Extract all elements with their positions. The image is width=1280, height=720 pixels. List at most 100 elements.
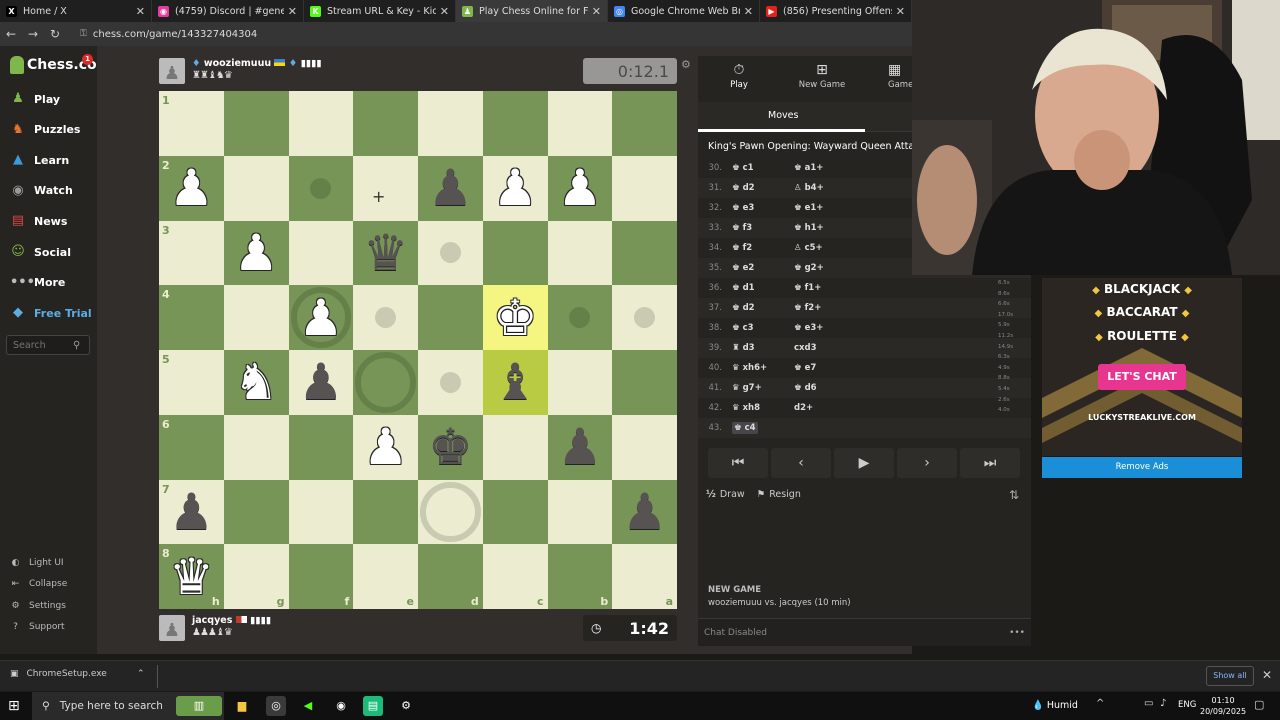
white-pawn[interactable]: ♟: [234, 228, 279, 278]
first-move-button[interactable]: ⏮: [708, 448, 768, 478]
black-move[interactable]: ♚ e7: [794, 363, 854, 373]
board-square[interactable]: ♝: [482, 350, 548, 415]
sidebar-item-news[interactable]: ▤ News: [0, 206, 97, 236]
white-move[interactable]: ♚ e2: [732, 263, 794, 273]
board-square[interactable]: 6: [159, 414, 224, 480]
next-move-button[interactable]: ›: [897, 448, 957, 478]
settings-icon[interactable]: ⚙: [396, 696, 416, 716]
close-icon[interactable]: ✕: [592, 5, 601, 18]
white-pawn[interactable]: ♟: [557, 163, 602, 213]
white-king[interactable]: ♚: [493, 293, 538, 343]
board-square[interactable]: [547, 350, 613, 415]
board-square[interactable]: 8 h ♛: [159, 544, 224, 609]
board-square[interactable]: 5: [159, 350, 224, 415]
board-square[interactable]: [353, 285, 418, 350]
panel-tab-new-game[interactable]: ⊞ New Game: [782, 62, 862, 90]
white-pawn[interactable]: ♟: [493, 163, 538, 213]
black-king[interactable]: ♚: [428, 422, 473, 472]
board-square[interactable]: e: [353, 544, 418, 609]
board-square[interactable]: [482, 91, 548, 156]
download-item[interactable]: ▣ ChromeSetup.exe: [10, 669, 107, 679]
board-square[interactable]: ♟: [418, 155, 483, 221]
close-icon[interactable]: ✕: [896, 5, 905, 18]
notification-badge[interactable]: 1: [82, 54, 93, 65]
back-icon[interactable]: ←: [0, 27, 22, 41]
board-square[interactable]: [612, 91, 677, 156]
browser-tab[interactable]: ◉ (4759) Discord | #general | Gakki ✕: [152, 0, 304, 22]
board-square[interactable]: d: [418, 544, 483, 609]
url-text[interactable]: chess.com/game/143327404304: [93, 29, 257, 40]
search-icon[interactable]: ⚲: [73, 340, 80, 351]
board-square[interactable]: ♟: [547, 414, 613, 480]
white-move[interactable]: ♚ c4: [732, 422, 794, 434]
app-icon[interactable]: ◉: [331, 696, 351, 716]
show-all-button[interactable]: Show all: [1206, 666, 1254, 686]
play-button[interactable]: ▶: [834, 448, 894, 478]
white-move[interactable]: ♛ xh8: [732, 403, 794, 413]
board-square[interactable]: [418, 285, 483, 350]
black-move[interactable]: ♙ c5+: [794, 243, 854, 253]
chevron-up-icon[interactable]: ^: [1096, 698, 1104, 709]
sidebar-item-watch[interactable]: ◉ Watch: [0, 176, 97, 206]
black-move[interactable]: ♚ e3+: [794, 323, 854, 333]
board-square[interactable]: [612, 285, 677, 350]
board-square[interactable]: a: [612, 544, 677, 609]
chess-board[interactable]: 1 2 ♟ ♟ ♟ ♟ 3 ♟ ♛ 4 ♟ ♚ 5 ♞ ♟ ♝ 6 ♟ ♚ ♟ 7 ♟ ♟ 8 h ♛ g f e d c b a: [159, 91, 677, 609]
white-pawn[interactable]: ♟: [169, 163, 214, 213]
sidebar-item-more[interactable]: ••• More: [0, 268, 97, 298]
file-explorer-icon[interactable]: ▆: [232, 696, 252, 716]
black-move[interactable]: ♙ b4+: [794, 183, 854, 193]
sidebar-footer-collapse[interactable]: ⇤ Collapse: [0, 575, 97, 593]
board-square[interactable]: [288, 479, 354, 545]
board-square[interactable]: [482, 414, 548, 480]
board-square[interactable]: [547, 220, 613, 286]
board-square[interactable]: [612, 155, 677, 221]
close-icon[interactable]: ✕: [440, 5, 449, 18]
board-square[interactable]: [482, 479, 548, 545]
board-square[interactable]: ♞: [223, 350, 289, 415]
board-square[interactable]: [482, 220, 548, 286]
board-square[interactable]: [547, 91, 613, 156]
previous-move-button[interactable]: ‹: [771, 448, 831, 478]
volume-icon[interactable]: ♪: [1160, 698, 1166, 709]
board-square[interactable]: ♛: [353, 220, 418, 286]
search-highlight-icon[interactable]: ▥: [176, 696, 222, 716]
white-move[interactable]: ♛ g7+: [732, 383, 794, 393]
white-pawn[interactable]: ♟: [363, 422, 408, 472]
board-square[interactable]: 3: [159, 220, 224, 286]
board-square[interactable]: [223, 479, 289, 545]
avatar[interactable]: ♟: [159, 615, 185, 641]
white-queen[interactable]: ♛: [169, 552, 214, 602]
white-move[interactable]: ♚ e3: [732, 203, 794, 213]
more-icon[interactable]: •••: [1009, 628, 1025, 638]
board-square[interactable]: 4: [159, 285, 224, 350]
notification-icon[interactable]: ▢: [1254, 698, 1264, 711]
board-square[interactable]: [353, 155, 418, 221]
last-move-button[interactable]: ⏭: [960, 448, 1020, 478]
white-knight[interactable]: ♞: [234, 357, 279, 407]
close-icon[interactable]: ✕: [136, 5, 145, 18]
panel-tab-play[interactable]: ⏱ Play: [699, 62, 779, 90]
black-move[interactable]: ♚ h1+: [794, 223, 854, 233]
draw-button[interactable]: Draw: [720, 489, 745, 500]
black-move[interactable]: ♚ e1+: [794, 203, 854, 213]
white-move[interactable]: ♛ xh6+: [732, 363, 794, 373]
board-square[interactable]: 7 ♟: [159, 479, 224, 545]
panel-tab-game[interactable]: ▦ Game: [888, 62, 914, 90]
sidebar-item-learn[interactable]: ▲ Learn: [0, 145, 97, 175]
sidebar-footer-light-ui[interactable]: ◐ Light UI: [0, 554, 97, 572]
board-square[interactable]: ♚: [482, 285, 548, 350]
browser-tab[interactable]: ♟ Play Chess Online for Free with F ✕: [456, 0, 608, 22]
board-square[interactable]: [353, 350, 418, 415]
board-square[interactable]: ♚: [418, 414, 483, 480]
board-square[interactable]: [288, 155, 354, 221]
board-square[interactable]: [418, 220, 483, 286]
board-square[interactable]: ♟: [353, 414, 418, 480]
sidebar-footer-support[interactable]: ? Support: [0, 618, 97, 636]
sidebar-footer-settings[interactable]: ⚙ Settings: [0, 597, 97, 615]
board-square[interactable]: 2 ♟: [159, 155, 224, 221]
board-square[interactable]: ♟: [288, 285, 354, 350]
remove-ads-button[interactable]: Remove Ads: [1042, 457, 1242, 478]
board-square[interactable]: c: [482, 544, 548, 609]
white-pawn[interactable]: ♟: [298, 293, 343, 343]
